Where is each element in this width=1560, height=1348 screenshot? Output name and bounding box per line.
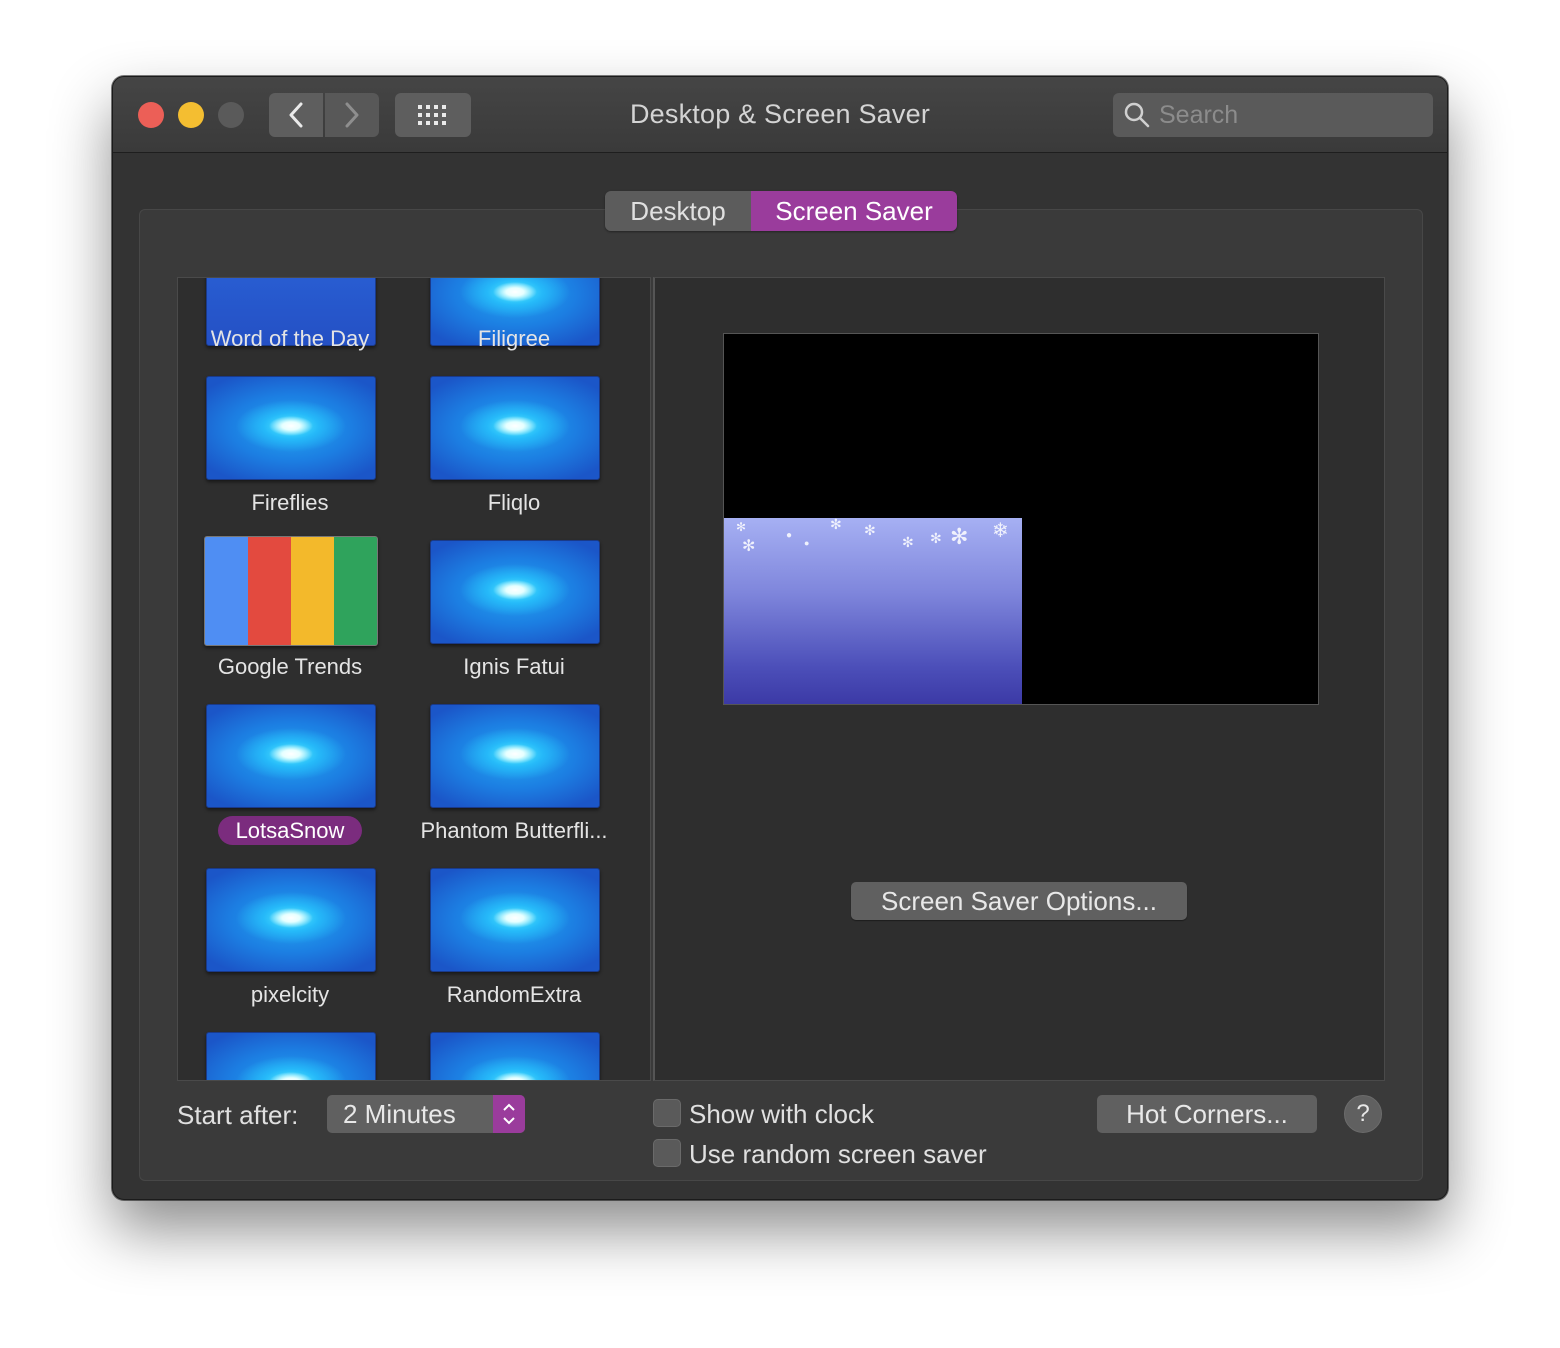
snowflake-icon: ● [804, 538, 810, 548]
saver-thumbnail [206, 1032, 376, 1080]
snowflake-icon: ✻ [950, 524, 969, 549]
show-clock-label: Show with clock [689, 1099, 874, 1129]
tab-screen-saver[interactable]: Screen Saver [751, 191, 957, 231]
snowflake-icon: ✻ [736, 520, 747, 534]
saver-thumbnail [430, 540, 600, 644]
saver-label: Ignis Fatui [463, 654, 565, 679]
snowflake-icon: ✻ [902, 534, 914, 550]
saver-item-ignis-fatui[interactable]: Ignis Fatui [402, 526, 626, 690]
start-after-label: Start after: [177, 1100, 299, 1130]
tab-desktop[interactable]: Desktop [605, 191, 751, 231]
hot-corners-button[interactable]: Hot Corners... [1097, 1095, 1317, 1133]
screen-saver-list[interactable]: lexicog abulary Word of the Day Filigree… [177, 277, 651, 1081]
snowflake-icon: ✻ [930, 530, 942, 546]
saver-item-phantom-butterflies[interactable]: Phantom Butterfli... [402, 690, 626, 854]
snow-preview: ✻ ✻ ● ✻ ✻ ✻ ✻ ✻ ❄ ● [724, 518, 1022, 704]
saver-item-filigree[interactable]: Filigree [402, 278, 626, 362]
snowflake-icon: ❄ [992, 520, 1009, 542]
preferences-window: Desktop & Screen Saver Search Desktop Sc… [112, 76, 1448, 1200]
search-placeholder: Search [1159, 100, 1239, 129]
selected-label-pill: LotsaSnow [217, 816, 363, 845]
random-saver-label: Use random screen saver [689, 1139, 987, 1169]
saver-thumbnail [206, 868, 376, 972]
saver-item[interactable] [178, 1018, 402, 1080]
saver-label: Fireflies [251, 490, 329, 515]
show-clock-checkbox[interactable] [653, 1099, 681, 1127]
saver-label: Word of the Day [210, 326, 370, 351]
snowflake-icon: ✻ [742, 538, 756, 555]
saver-thumbnail [206, 704, 376, 808]
help-button[interactable]: ? [1344, 1095, 1382, 1133]
saver-thumbnail [430, 704, 600, 808]
search-field[interactable]: Search [1113, 93, 1433, 137]
saver-thumbnail [206, 376, 376, 480]
saver-label: Fliqlo [487, 490, 541, 515]
saver-thumbnail [430, 868, 600, 972]
tab-bar: Desktop Screen Saver [605, 191, 957, 231]
stepper-icon [493, 1095, 525, 1133]
saver-thumbnail [430, 1032, 600, 1080]
preview-screen: ✻ ✻ ● ✻ ✻ ✻ ✻ ✻ ❄ ● [723, 333, 1319, 705]
saver-item-fireflies[interactable]: Fireflies [178, 362, 402, 526]
saver-item-lotsasnow[interactable]: LotsaSnow [178, 690, 402, 854]
saver-thumbnail [430, 376, 600, 480]
snowflake-icon: ● [786, 530, 793, 541]
start-after-select[interactable]: 2 Minutes [327, 1095, 525, 1133]
saver-item[interactable] [402, 1018, 626, 1080]
saver-item-word-of-the-day[interactable]: lexicog abulary Word of the Day [178, 278, 402, 362]
saver-item-randomextra[interactable]: RandomExtra [402, 854, 626, 1018]
saver-item-fliqlo[interactable]: Fliqlo [402, 362, 626, 526]
preview-area: ✻ ✻ ● ✻ ✻ ✻ ✻ ✻ ❄ ● Screen Saver Options… [653, 277, 1385, 1081]
saver-thumbnail [204, 536, 378, 646]
saver-label: Phantom Butterfli... [420, 818, 608, 843]
saver-label: Filigree [477, 326, 551, 351]
saver-label-selected: LotsaSnow [178, 816, 402, 845]
saver-label: Google Trends [217, 654, 363, 679]
saver-label: RandomExtra [446, 982, 582, 1007]
saver-item-google-trends[interactable]: Google Trends [178, 526, 402, 690]
saver-label: pixelcity [250, 982, 330, 1007]
snowflake-icon: ✻ [864, 522, 876, 538]
screen-saver-options-button[interactable]: Screen Saver Options... [851, 882, 1187, 920]
titlebar: Desktop & Screen Saver Search [113, 77, 1447, 153]
start-after-value: 2 Minutes [343, 1098, 456, 1129]
search-icon [1124, 102, 1150, 128]
snowflake-icon: ✻ [830, 518, 842, 532]
random-saver-checkbox[interactable] [653, 1139, 681, 1167]
saver-item-pixelcity[interactable]: pixelcity [178, 854, 402, 1018]
